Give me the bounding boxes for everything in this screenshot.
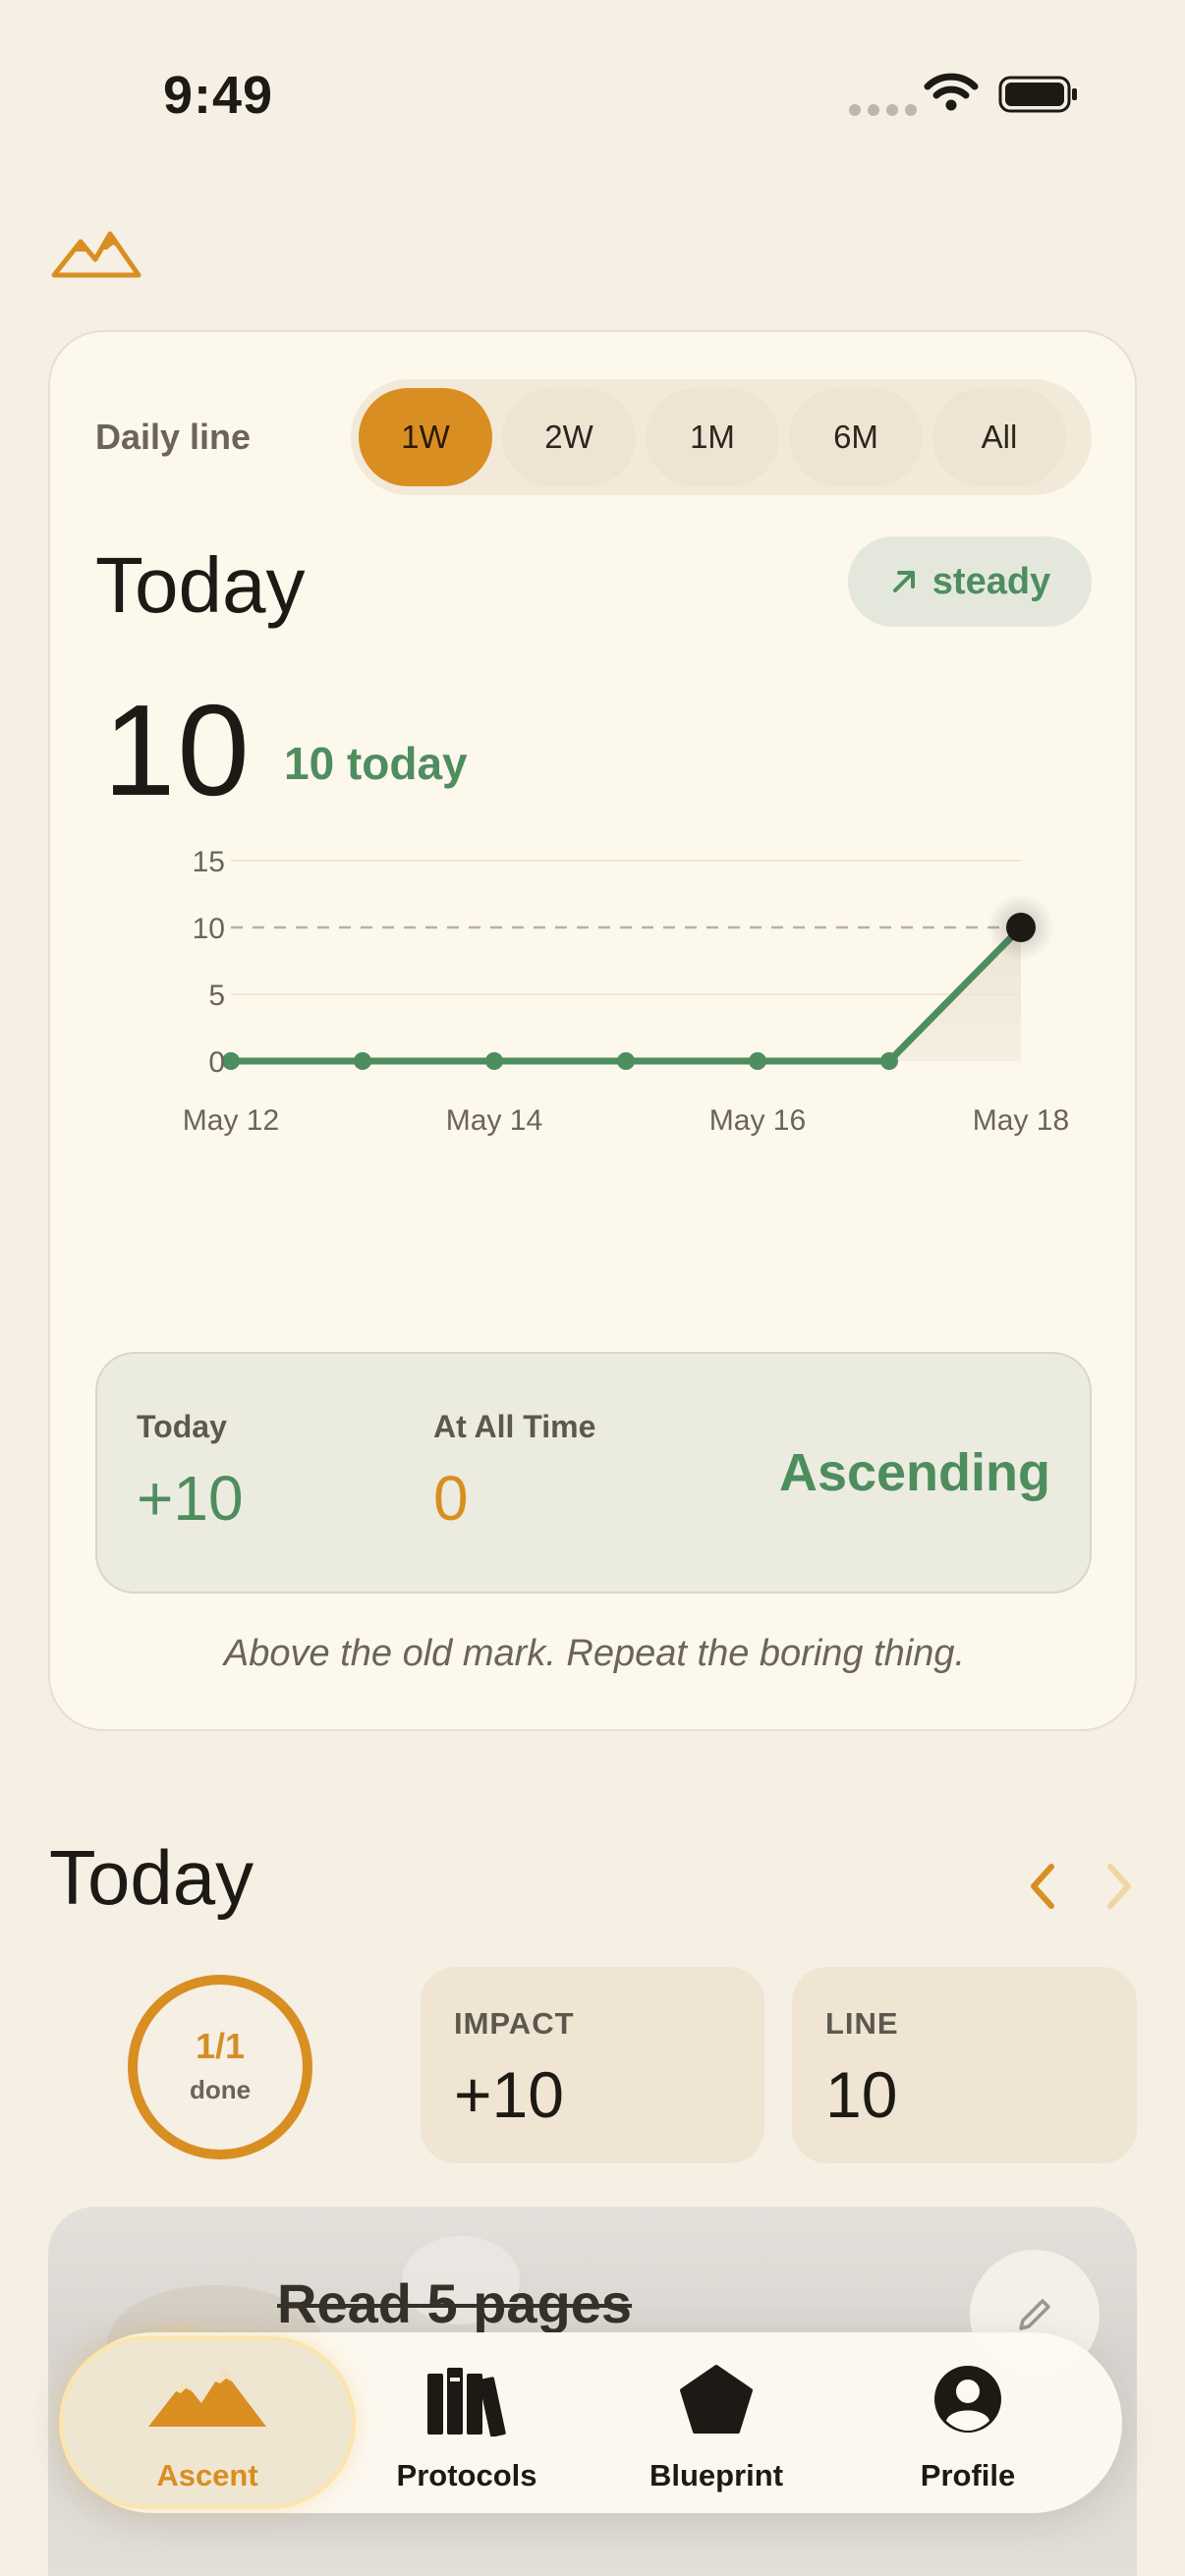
- chevron-left-icon[interactable]: [1028, 1861, 1057, 1912]
- card-title: Today: [95, 541, 306, 629]
- stat-state: Ascending: [778, 1443, 1050, 1502]
- data-point: [880, 1052, 898, 1070]
- tab-protocols-label: Protocols: [396, 2458, 537, 2492]
- books-icon: [427, 2368, 506, 2436]
- tab-ascent-label: Ascent: [156, 2458, 258, 2492]
- y-tick-label: 5: [208, 980, 225, 1012]
- stat-alltime-value: 0: [433, 1463, 469, 1534]
- stat-alltime-label: At All Time: [433, 1409, 596, 1444]
- range-6m-button[interactable]: 6M: [789, 388, 923, 486]
- impact-card: IMPACT +10: [421, 1967, 764, 2163]
- tab-ascent[interactable]: Ascent: [63, 2332, 352, 2513]
- x-tick-label: May 14: [446, 1104, 542, 1137]
- y-tick-label: 0: [208, 1046, 225, 1079]
- line-stat-value: 10: [825, 2058, 898, 2131]
- data-point-latest: [1006, 913, 1036, 942]
- status-time: 9:49: [163, 66, 274, 125]
- line-value-sub: 10 today: [284, 738, 468, 789]
- status-bar: 9:49: [0, 0, 1185, 196]
- signal-icon: [849, 104, 917, 116]
- range-1w-button[interactable]: 1W: [359, 388, 492, 486]
- y-tick-label: 10: [193, 913, 225, 945]
- completion-count: 1/1: [195, 2026, 246, 2066]
- motivation-quote: Above the old mark. Repeat the boring th…: [223, 1633, 966, 1674]
- tab-bar: Ascent Protocols Blueprint Profile: [63, 2332, 1122, 2513]
- pencil-icon: [1019, 2299, 1050, 2330]
- mountains-icon: [148, 2370, 266, 2427]
- y-tick-label: 15: [193, 846, 225, 878]
- line-card: LINE 10: [792, 1967, 1137, 2163]
- range-all-button[interactable]: All: [932, 388, 1066, 486]
- x-tick-label: May 18: [973, 1104, 1069, 1137]
- tab-blueprint[interactable]: Blueprint: [593, 2332, 839, 2513]
- battery-icon: [998, 76, 1077, 113]
- data-point: [749, 1052, 766, 1070]
- tab-protocols[interactable]: Protocols: [344, 2332, 590, 2513]
- chevron-right-icon[interactable]: [1104, 1861, 1134, 1912]
- completion-label: done: [189, 2075, 252, 2104]
- stat-today-value: +10: [137, 1463, 244, 1534]
- tab-profile[interactable]: Profile: [845, 2332, 1091, 2513]
- daily-line-card: Daily line 1W 2W 1M 6M All Today steady …: [48, 330, 1137, 1731]
- line-label: LINE: [825, 2006, 899, 2041]
- data-point: [617, 1052, 635, 1070]
- range-label: Daily line: [95, 417, 252, 457]
- mountains-logo-icon: [51, 231, 141, 278]
- trend-badge: steady: [848, 536, 1092, 627]
- arrow-up-right-icon: [892, 571, 915, 592]
- data-point: [354, 1052, 371, 1070]
- x-tick-label: May 16: [709, 1104, 806, 1137]
- completion-ring: [128, 1975, 312, 2159]
- tab-blueprint-label: Blueprint: [649, 2458, 784, 2492]
- tab-profile-label: Profile: [920, 2458, 1016, 2492]
- impact-label: IMPACT: [454, 2006, 575, 2041]
- impact-value: +10: [454, 2058, 564, 2131]
- range-2w-button[interactable]: 2W: [502, 388, 636, 486]
- data-point: [485, 1052, 503, 1070]
- habit-title: Read 5 pages: [277, 2272, 633, 2334]
- wifi-icon: [924, 73, 979, 111]
- x-tick-label: May 12: [183, 1104, 279, 1137]
- trend-label: steady: [931, 560, 1051, 602]
- range-selector: 1W 2W 1M 6M All: [351, 379, 1092, 495]
- stats-panel: Today +10 At All Time 0 Ascending: [95, 1352, 1092, 1594]
- person-icon: [934, 2366, 1001, 2433]
- today-section-title: Today: [49, 1834, 254, 1921]
- range-1m-button[interactable]: 1M: [646, 388, 779, 486]
- stat-today-label: Today: [137, 1409, 227, 1444]
- pentagon-icon: [680, 2365, 753, 2434]
- line-value: 10: [103, 678, 252, 822]
